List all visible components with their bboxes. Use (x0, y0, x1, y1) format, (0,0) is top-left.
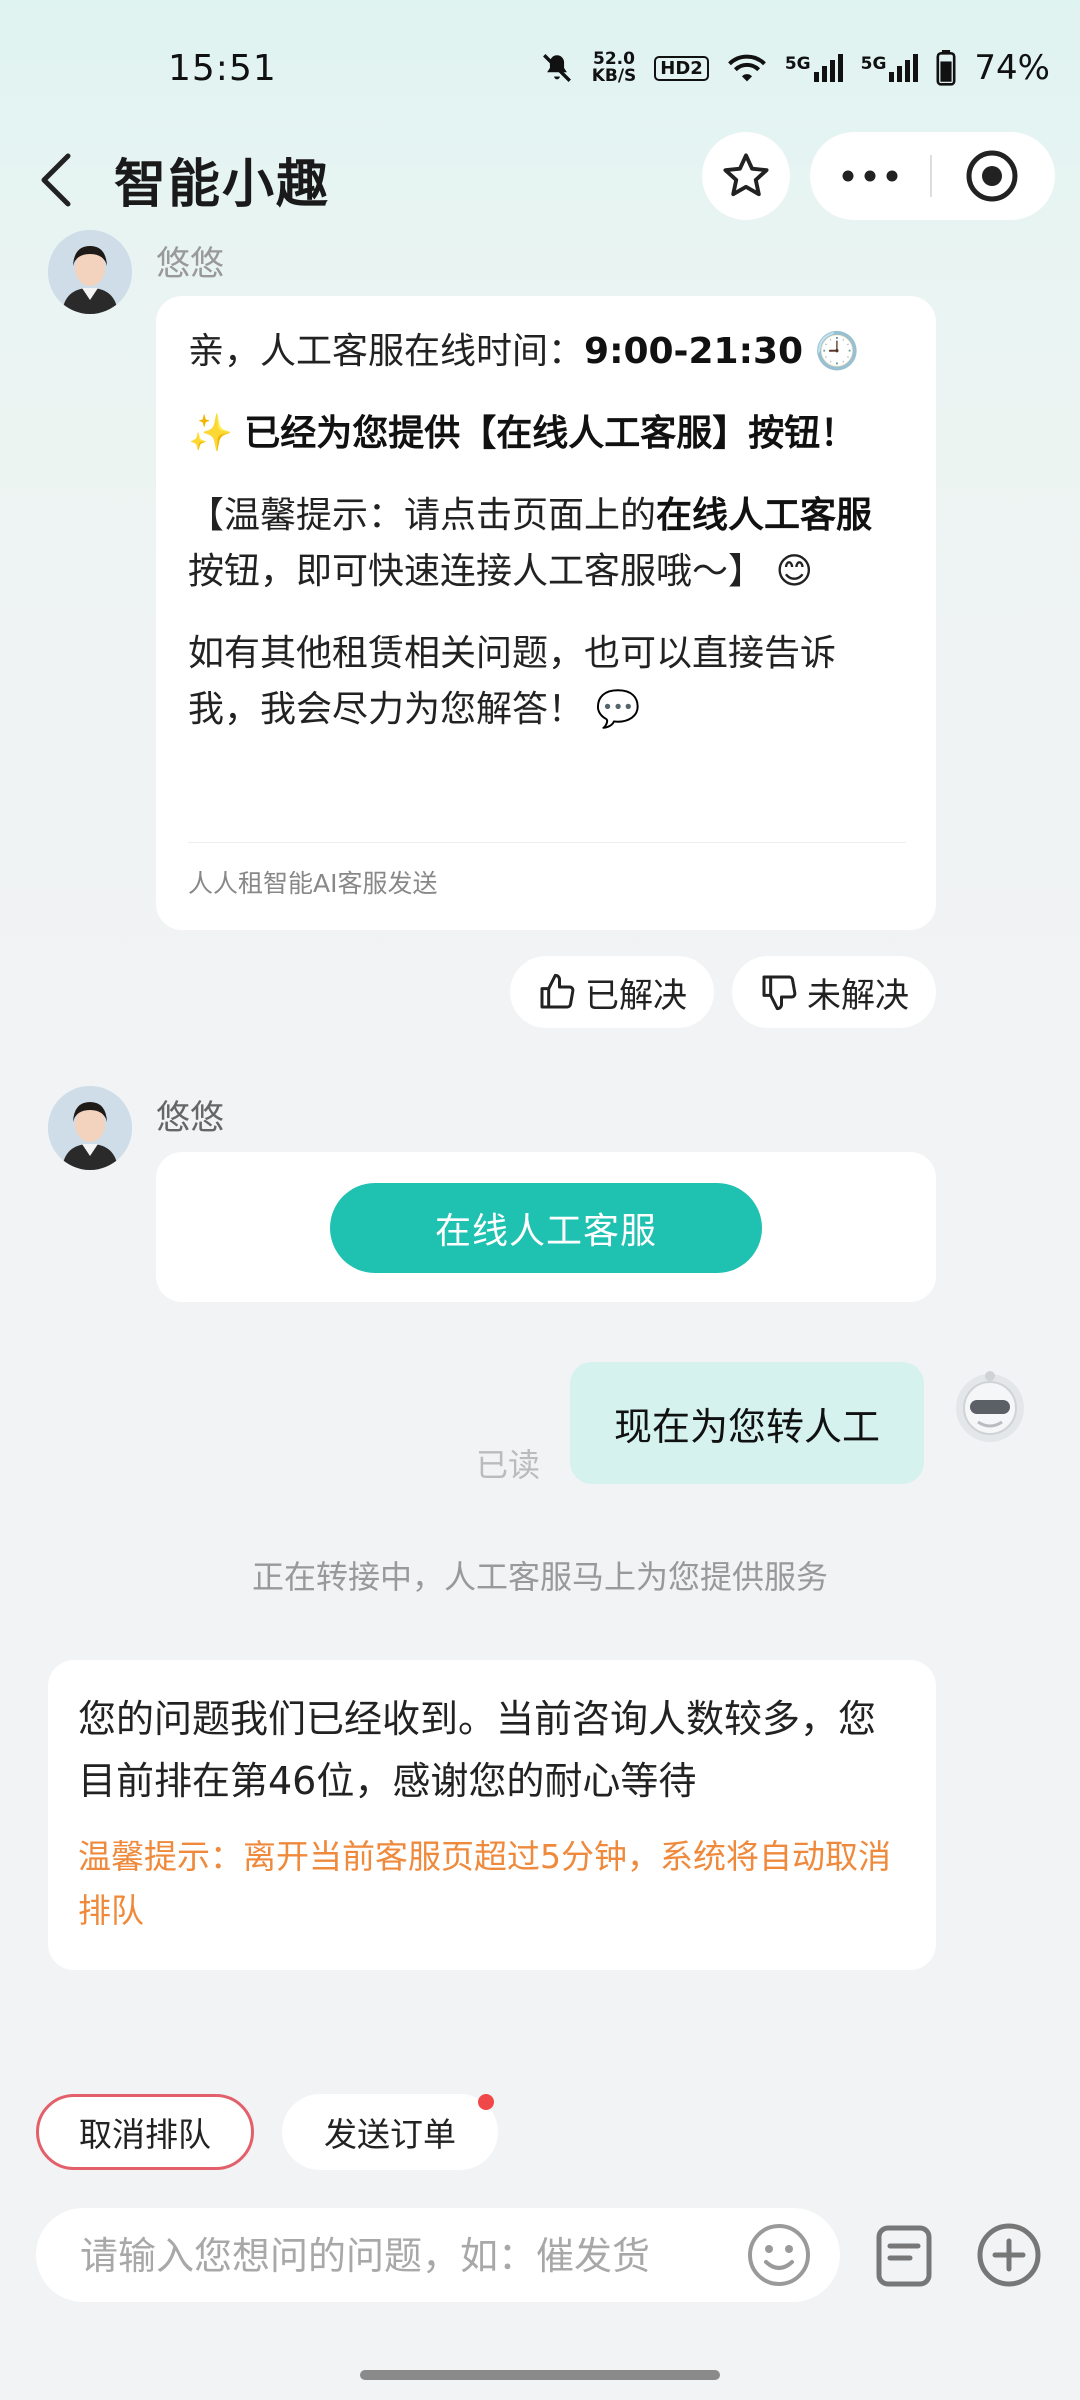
thumbs-up-icon (540, 973, 575, 1009)
message-paragraph: 亲，人工客服在线时间：9:00-21:30 🕘 (188, 324, 906, 380)
agent-avatar (48, 1086, 132, 1170)
queue-message: 您的问题我们已经收到。当前咨询人数较多，您目前排在第46位，感谢您的耐心等待 (78, 1697, 877, 1803)
status-icons: 52.0 KB/S HD2 5G 5G 74% (540, 48, 1050, 88)
agent-avatar (48, 230, 132, 314)
thumbs-down-icon (762, 975, 797, 1011)
unsolved-label: 未解决 (807, 975, 909, 1016)
order-note-icon[interactable] (874, 2224, 934, 2288)
close-target-icon (966, 150, 1018, 202)
message-body: 亲，人工客服在线时间：9:00-21:30 🕘 ✨ 已经为您提供【在线人工客服】… (188, 324, 906, 738)
hd-badge: HD2 (654, 55, 709, 81)
star-icon (723, 153, 769, 197)
agent-message-bubble: 亲，人工客服在线时间：9:00-21:30 🕘 ✨ 已经为您提供【在线人工客服】… (156, 296, 936, 930)
plus-icon[interactable] (976, 2222, 1042, 2288)
user-message-bubble: 现在为您转人工 (570, 1362, 924, 1484)
queue-warning: 温馨提示：离开当前客服页超过5分钟，系统将自动取消排队 (78, 1837, 891, 1930)
agent-name: 悠悠 (156, 1098, 224, 1138)
signal-1-label: 5G (784, 54, 811, 74)
message-input-bar (36, 2208, 840, 2304)
user-avatar (952, 1368, 1028, 1444)
text: 如有其他租赁相关问题，也可以直接告诉我，我会尽力为您解答！ (188, 633, 837, 730)
miniapp-capsule (810, 132, 1055, 220)
text-bold: 已经为您提供【在线人工客服】按钮！ (244, 413, 857, 454)
net-speed: 52.0 KB/S (592, 51, 637, 85)
agent-avatar-image (48, 1086, 132, 1170)
emoji-icon[interactable] (746, 2222, 812, 2288)
sparkles-emoji-icon: ✨ (188, 413, 233, 454)
favorite-button[interactable] (702, 132, 790, 220)
back-icon[interactable] (36, 150, 76, 210)
text-bold: 在线人工客服 (656, 495, 873, 536)
message-paragraph: 【温馨提示：请点击页面上的在线人工客服按钮，即可快速连接人工客服哦～】 😊 (188, 488, 906, 600)
page-title: 智能小趣 (114, 155, 331, 215)
send-order-button[interactable]: 发送订单 (282, 2094, 498, 2170)
mute-icon (542, 54, 571, 82)
text: 按钮，即可快速连接人工客服哦～】 (188, 551, 765, 592)
status-time: 15:51 (168, 48, 277, 89)
agent-name: 悠悠 (156, 244, 224, 284)
cancel-queue-button[interactable]: 取消排队 (36, 2094, 254, 2170)
divider (188, 842, 906, 843)
close-miniapp-button[interactable] (932, 132, 1052, 220)
text: 【温馨提示：请点击页面上的 (188, 495, 657, 536)
solved-label: 已解决 (585, 975, 687, 1016)
signal-2-label: 5G (860, 54, 887, 74)
clock-emoji-icon: 🕘 (814, 331, 860, 372)
battery-percent: 74% (974, 48, 1050, 88)
net-speed-unit: KB/S (591, 66, 637, 86)
message-input[interactable] (78, 2208, 722, 2304)
signal-2: 5G (861, 54, 919, 82)
message-paragraph: ✨ 已经为您提供【在线人工客服】按钮！ (188, 406, 906, 462)
more-button[interactable] (810, 132, 930, 220)
service-hours: 9:00-21:30 (584, 331, 804, 372)
queue-status-card: 您的问题我们已经收到。当前咨询人数较多，您目前排在第46位，感谢您的耐心等待 温… (48, 1660, 936, 1970)
solved-button[interactable]: 已解决 (510, 956, 714, 1028)
signal-1: 5G (785, 54, 843, 82)
wifi-icon (727, 54, 766, 82)
read-status: 已读 (476, 1446, 541, 1484)
message-paragraph: 如有其他租赁相关问题，也可以直接告诉我，我会尽力为您解答！ 💬 (188, 626, 906, 738)
agent-avatar-image (48, 230, 132, 314)
battery-icon (936, 50, 956, 86)
unsolved-button[interactable]: 未解决 (732, 956, 936, 1028)
signal-bars-icon (889, 54, 919, 82)
home-indicator[interactable] (360, 2370, 720, 2380)
speech-bubble-emoji-icon: 💬 (595, 689, 641, 730)
smile-emoji-icon: 😊 (775, 551, 813, 592)
ai-footnote: 人人租智能AI客服发送 (188, 869, 438, 898)
notification-dot (478, 2094, 494, 2110)
signal-bars-icon (813, 54, 843, 82)
online-human-service-button[interactable]: 在线人工客服 (330, 1183, 762, 1273)
more-icon (842, 170, 898, 182)
user-avatar-image (956, 1371, 1024, 1442)
system-tip: 正在转接中，人工客服马上为您提供服务 (251, 1558, 828, 1596)
text: 亲，人工客服在线时间： (188, 331, 585, 372)
